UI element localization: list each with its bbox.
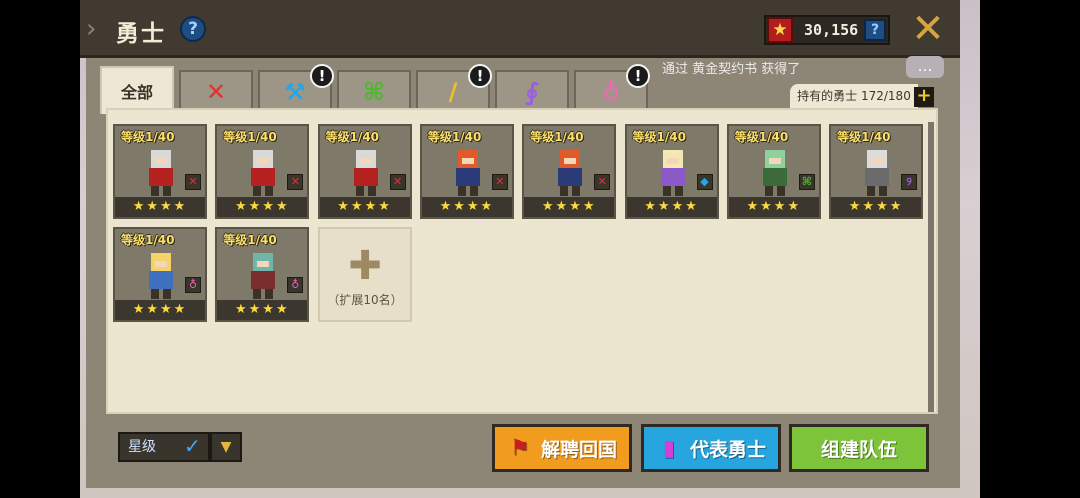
staff-icon: ∮ [525,78,539,106]
hero-portrait-icon [558,150,583,196]
bow-icon: ⌘ [362,78,386,106]
hero-portrait-icon [149,150,173,196]
hero-card[interactable]: 等级1/40 ♁ ★★★★ [215,227,310,322]
hero-card[interactable]: 等级1/40 ◆ ★★★★ [624,124,719,219]
sword-icon: ✕ [287,174,304,190]
plus-icon: ✚ [348,243,382,289]
hero-card[interactable]: 等级1/40 ✕ ★★★★ [522,124,617,219]
hero-star-rating: ★★★★ [626,197,717,217]
alert-icon: ! [468,64,492,88]
support-icon: ♁ [185,277,201,293]
game-screen: › 勇士 ? ★ 30,156 ? ✕ 通过 黄金契约书 获得了 … 全部 ✕ ⚒!… [0,0,1080,498]
team-label: 组建队伍 [820,438,897,461]
hero-portrait-icon [353,150,378,196]
currency-display: ★ 30,156 ? [764,15,890,45]
staff-icon: ୨ [901,174,918,190]
support-icon: ♁ [602,78,620,106]
sword-icon: ✕ [389,174,406,190]
hero-card[interactable]: 等级1/40 ✕ ★★★★ [419,124,514,219]
build-team-button[interactable]: 组建队伍 [789,424,929,472]
sword-icon: ✕ [594,174,611,190]
alert-icon: ! [626,64,650,88]
hero-card[interactable]: 等级1/40 ୨ ★★★★ [829,124,924,219]
bow-icon: ⌘ [798,174,815,190]
hero-star-rating: ★★★★ [217,197,308,217]
tab-staff[interactable]: ∮ [495,70,569,112]
hero-portrait-icon [660,150,685,196]
dismiss-label: 解聘回国 [540,438,617,461]
hero-card[interactable]: 等级1/40 ✕ ★★★★ [113,124,207,219]
tab-label: 全部 [120,83,153,102]
hero-star-rating: ★★★★ [115,197,205,217]
gun-icon: / [448,78,458,106]
sword-icon: ✕ [491,174,508,190]
tab-hammer[interactable]: ⚒! [258,64,334,112]
hero-level: 等级1/40 [223,130,277,144]
hero-star-rating: ★★★★ [115,300,205,320]
hero-level: 等级1/40 [837,130,891,144]
hero-level: 等级1/40 [223,233,277,247]
tab-support[interactable]: ♁! [574,64,650,112]
hero-star-rating: ★★★★ [831,197,922,217]
hero-star-rating: ★★★★ [728,197,819,217]
checkmark-icon: ✓ [184,434,201,458]
hero-star-rating: ★★★★ [524,197,615,217]
hero-portrait-icon [149,253,173,299]
representative-hero-button[interactable]: ▮ 代表勇士 [641,424,781,472]
tab-sword[interactable]: ✕ [179,70,253,112]
hero-level: 等级1/40 [530,130,584,144]
expand-capacity-button[interactable]: + [914,87,934,107]
star-medal-icon: ★ [767,17,793,43]
alert-icon: ! [310,64,334,88]
dismiss-button[interactable]: ⚑ 解聘回国 [492,424,632,472]
hero-star-rating: ★★★★ [421,197,512,217]
hero-level: 等级1/40 [632,130,686,144]
tab-gun[interactable]: /! [416,64,492,112]
sort-dropdown-button[interactable]: ▼ [210,432,242,462]
close-icon[interactable]: ✕ [908,9,948,50]
help-icon[interactable]: ? [180,16,206,42]
hero-level: 等级1/40 [427,130,482,144]
tab-all[interactable]: 全部 [100,66,174,114]
hero-level: 等级1/40 [121,233,175,247]
hero-star-rating: ★★★★ [319,197,410,217]
hero-portrait-icon [865,150,890,196]
header-arrow-icon: › [86,14,97,44]
support-icon: ♁ [287,277,304,293]
hero-card[interactable]: 等级1/40 ♁ ★★★★ [113,227,207,322]
hammer-icon: ◆ [696,174,713,190]
hero-level: 等级1/40 [325,130,380,144]
sword-icon: ✕ [185,174,201,190]
hero-count: 持有的勇士 172/180 [790,84,918,108]
hero-card[interactable]: 等级1/40 ✕ ★★★★ [215,124,310,219]
letterbox-right [980,0,1080,498]
representative-label: 代表勇士 [689,438,766,461]
sword-icon: ✕ [205,78,227,106]
banner-icon: ▮ [662,435,676,461]
currency-value: 30,156 [804,21,859,39]
hero-card[interactable]: 等级1/40 ✕ ★★★★ [317,124,412,219]
hero-card[interactable]: 等级1/40 ⌘ ★★★★ [726,124,821,219]
page-title: 勇士 [116,21,166,47]
grid-scrollbar[interactable] [928,122,934,412]
currency-help-icon[interactable]: ? [864,19,886,41]
hero-level: 等级1/40 [734,130,789,144]
hero-portrait-icon [251,253,276,299]
dismiss-icon: ⚑ [510,435,530,461]
hero-portrait-icon [251,150,276,196]
hero-portrait-icon [455,150,480,196]
hero-portrait-icon [762,150,787,196]
tab-bow[interactable]: ⌘ [337,70,411,112]
hero-level: 等级1/40 [121,130,175,144]
hammer-icon: ⚒ [284,78,306,106]
hero-star-rating: ★★★★ [217,300,308,320]
letterbox-left [0,0,80,498]
expand-slot-label: （扩展10名） [327,293,403,307]
expand-slot-button[interactable]: ✚ （扩展10名） [318,227,412,322]
